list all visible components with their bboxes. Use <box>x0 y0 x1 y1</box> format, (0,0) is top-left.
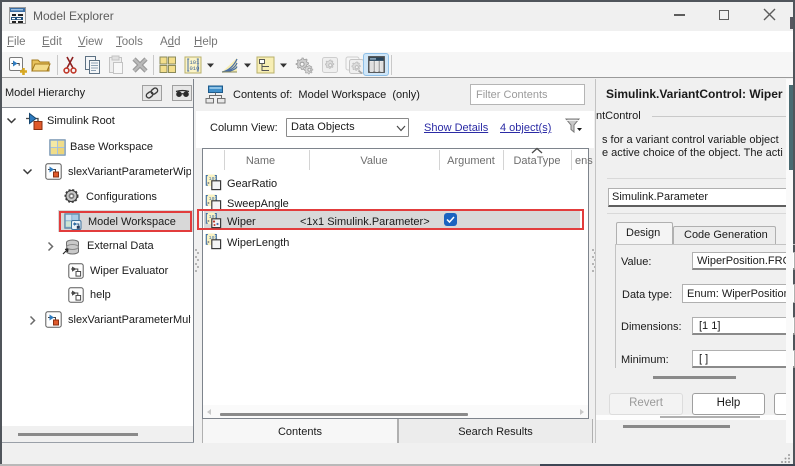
svg-text:010: 010 <box>190 65 200 72</box>
